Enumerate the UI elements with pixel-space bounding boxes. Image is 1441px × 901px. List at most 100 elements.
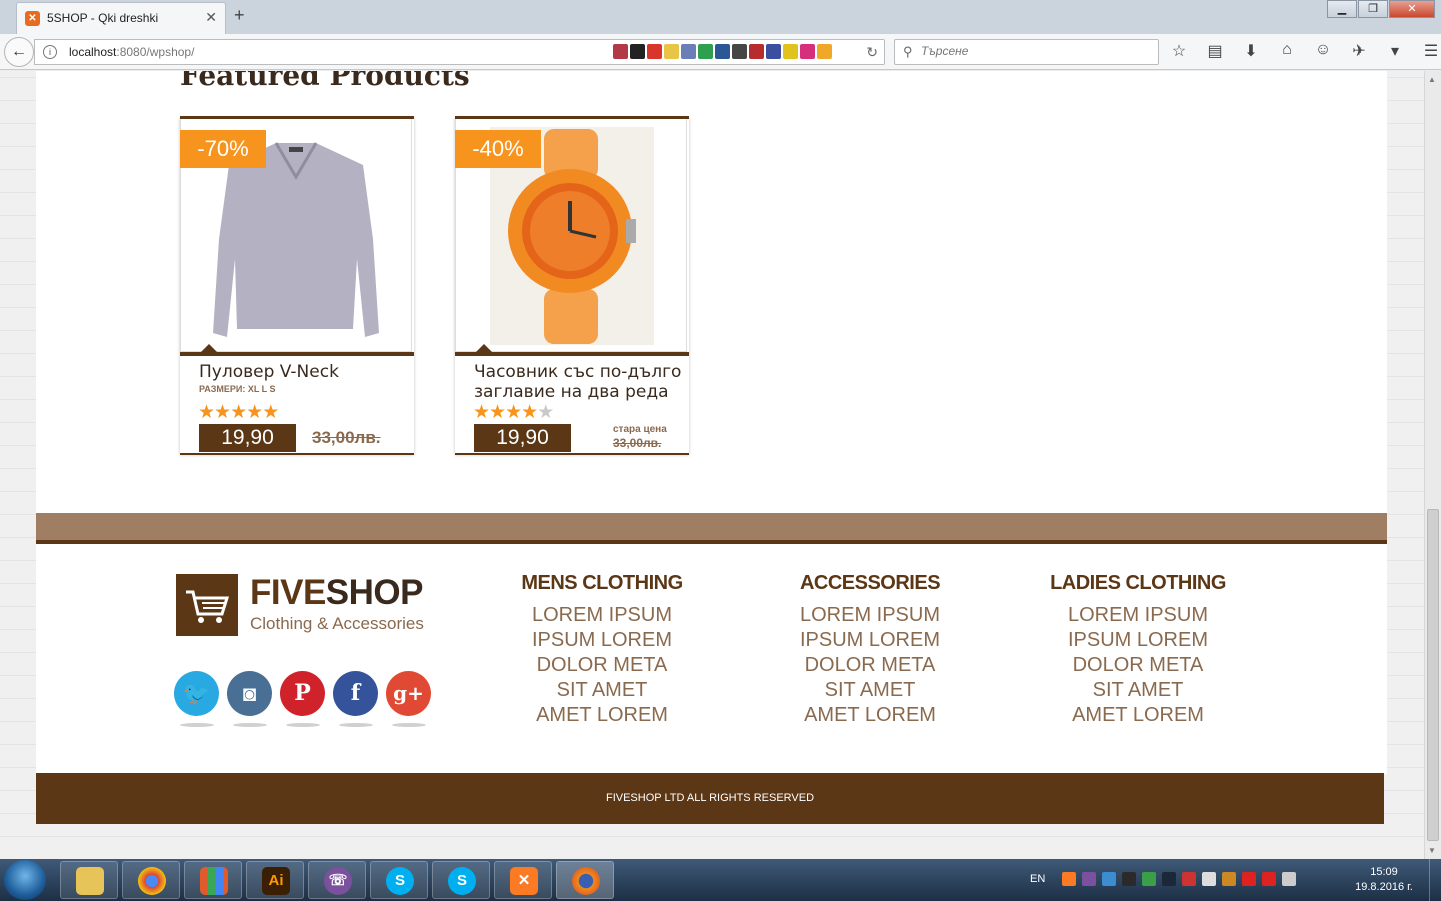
taskbar-skype[interactable]: S [370,861,428,899]
footer-link[interactable]: LOREM IPSUM [750,603,990,628]
word-icon[interactable] [715,44,730,59]
download-icon[interactable]: ⬇ [1240,41,1262,61]
chevron-down-icon[interactable]: ▾ [1384,41,1406,61]
footer-link[interactable]: AMET LOREM [482,703,722,728]
url-bar[interactable]: i localhost:8080/wpshop/ ↻ [34,39,885,65]
extension-icon[interactable]: ✈ [1348,41,1370,61]
column-title: MENS CLOTHING [521,572,683,594]
show-desktop-button[interactable] [1429,859,1441,901]
taskbar-firefox[interactable] [556,861,614,899]
tray-icon[interactable] [1222,872,1236,886]
clock[interactable]: 15:09 19.8.2016 г. [1352,865,1416,895]
star-icon: ★ [262,402,279,423]
extension-icon[interactable] [766,44,781,59]
home-icon[interactable]: ⌂ [1276,41,1298,61]
menu-icon[interactable]: ☰ [1420,41,1441,61]
pinterest-icon[interactable]: P [280,671,325,729]
xampp-icon[interactable] [1062,872,1076,886]
footer-link[interactable]: LOREM IPSUM [482,603,722,628]
wordpress-icon[interactable] [732,44,747,59]
search-icon: ⚲ [903,44,913,59]
close-tab-icon[interactable]: ✕ [205,9,217,26]
product-name[interactable]: Пуловер V-Neck [199,362,409,382]
extension-icon[interactable] [783,44,798,59]
facebook-icon[interactable]: f [333,671,378,729]
tray-icon[interactable] [1142,872,1156,886]
footer-link[interactable]: DOLOR META [750,653,990,678]
extension-icon[interactable] [647,44,662,59]
extension-icon[interactable] [613,44,628,59]
footer-link[interactable]: DOLOR META [482,653,722,678]
scrollbar[interactable]: ▲ ▼ [1424,71,1441,859]
start-button[interactable] [4,860,46,900]
reading-list-icon[interactable]: ▤ [1204,41,1226,61]
taskbar-file-explorer[interactable] [60,861,118,899]
extension-icon[interactable] [749,44,764,59]
google-plus-icon[interactable]: g+ [386,671,431,729]
footer-link[interactable]: SIT AMET [750,678,990,703]
site-info-icon[interactable]: i [43,45,57,59]
footer-link[interactable]: SIT AMET [482,678,722,703]
footer-link[interactable]: SIT AMET [1018,678,1258,703]
back-button[interactable]: ← [4,37,34,67]
tray-icon[interactable] [1182,872,1196,886]
tray-icon[interactable] [1242,872,1256,886]
nav-bar: ← i localhost:8080/wpshop/ ↻ ⚲ ☆ ▤ ⬇ ⌂ ☺ [0,34,1441,70]
url-text[interactable]: localhost:8080/wpshop/ [69,45,194,59]
logo[interactable]: FIVESHOP Clothing & Accessories [176,574,438,636]
taskbar-apps[interactable] [184,861,242,899]
tab-bar: ✕ 5SHOP - Qki dreshki ✕ + ▁ ❐ ✕ [0,0,1441,34]
search-input[interactable] [921,44,1151,58]
footer-link[interactable]: IPSUM LOREM [1018,628,1258,653]
footer-link[interactable]: IPSUM LOREM [750,628,990,653]
taskbar-illustrator[interactable]: Ai [246,861,304,899]
product-card[interactable]: -70% Пуловер V-Neck РАЗМЕРИ: XL L S ★★★★… [180,116,414,455]
section-title: Featured Products [180,71,470,92]
product-name[interactable]: Часовник със по-дълго заглавие на два ре… [474,362,684,402]
rating-stars: ★★★★★ [473,401,554,424]
steam-icon[interactable] [1162,872,1176,886]
scrollbar-thumb[interactable] [1427,509,1439,841]
browser-tab[interactable]: ✕ 5SHOP - Qki dreshki ✕ [16,2,226,34]
twitter-icon[interactable]: 🐦 [174,671,219,729]
extension-icon[interactable] [630,44,645,59]
taskbar-skype[interactable]: S [432,861,490,899]
viber-icon[interactable] [1082,872,1096,886]
close-window-button[interactable]: ✕ [1389,0,1435,18]
extension-icon[interactable] [817,44,832,59]
tray-icon[interactable] [1102,872,1116,886]
footer-link[interactable]: DOLOR META [1018,653,1258,678]
product-card[interactable]: -40% Часовник със по-дълго заглавие на д… [455,116,689,455]
maximize-button[interactable]: ❐ [1358,0,1388,18]
instagram-icon[interactable]: ◙ [227,671,272,729]
scroll-down-icon[interactable]: ▼ [1428,846,1436,855]
taskbar-chrome[interactable] [122,861,180,899]
notch-arrow [475,344,493,353]
lock-icon[interactable] [664,44,679,59]
php-icon[interactable] [681,44,696,59]
footer-link[interactable]: AMET LOREM [1018,703,1258,728]
chat-icon[interactable]: ☺ [1312,41,1334,61]
windows-icon[interactable] [698,44,713,59]
footer-column-accessories: ACCESSORIES LOREM IPSUM IPSUM LOREM DOLO… [750,572,990,728]
volume-icon[interactable] [1282,872,1296,886]
scroll-up-icon[interactable]: ▲ [1428,75,1436,84]
language-indicator[interactable]: EN [1030,873,1045,885]
search-bar[interactable]: ⚲ [894,39,1159,65]
taskbar-xampp[interactable]: ✕ [494,861,552,899]
tray-icon[interactable] [1122,872,1136,886]
footer-link[interactable]: LOREM IPSUM [1018,603,1258,628]
footer-link[interactable]: IPSUM LOREM [482,628,722,653]
tray-icon[interactable] [1262,872,1276,886]
reload-icon[interactable]: ↻ [866,44,878,61]
extension-icon[interactable] [800,44,815,59]
system-tray [1062,872,1296,886]
new-tab-button[interactable]: + [234,5,245,26]
footer-link[interactable]: AMET LOREM [750,703,990,728]
bookmark-star-icon[interactable]: ☆ [1168,41,1190,61]
taskbar-viber[interactable]: ☏ [308,861,366,899]
minimize-button[interactable]: ▁ [1327,0,1357,18]
tray-icon[interactable] [1202,872,1216,886]
footer: FIVESHOP Clothing & Accessories 🐦 ◙ P f … [36,544,1387,774]
footer-column-mens: MENS CLOTHING LOREM IPSUM IPSUM LOREM DO… [482,572,722,728]
